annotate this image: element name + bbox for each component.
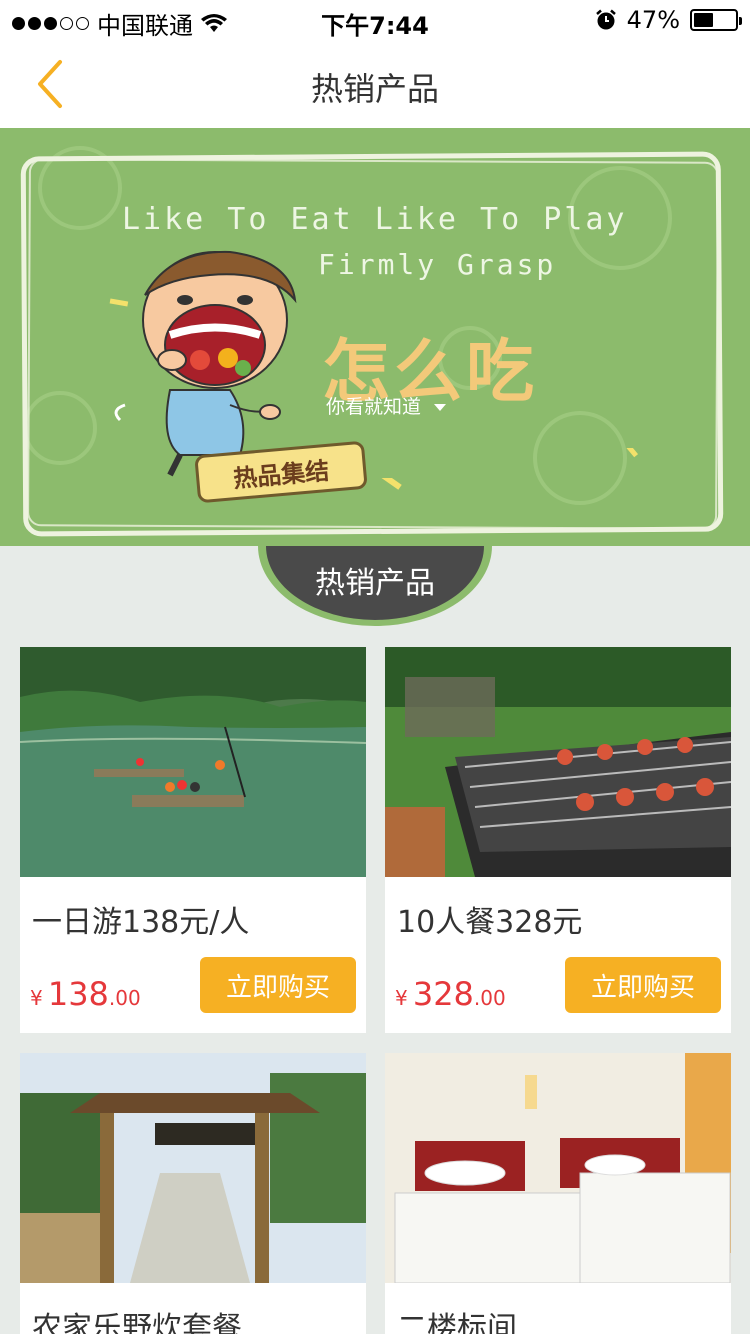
banner-subline[interactable]: 你看就知道	[326, 392, 447, 419]
product-card[interactable]: 一日游138元/人 ¥ 138.00 立即购买	[20, 647, 366, 1033]
product-name: 二楼标间	[397, 1311, 517, 1334]
battery-percent: 47%	[626, 6, 680, 34]
product-image-bbq	[385, 647, 731, 877]
buy-now-button[interactable]: 立即购买	[200, 957, 356, 1013]
section-badge: 热销产品	[258, 466, 492, 626]
product-card[interactable]: 10人餐328元 ¥ 328.00 立即购买	[385, 647, 731, 1033]
banner-slogan-2: Firmly Grasp	[318, 248, 557, 281]
section-title: 热销产品	[315, 566, 435, 601]
product-image-farm-gate	[20, 1053, 366, 1283]
product-image-room	[385, 1053, 731, 1283]
banner-subline-text: 你看就知道	[326, 396, 422, 418]
confetti-decoration	[625, 448, 639, 458]
product-card[interactable]: 农家乐野炊套餐	[20, 1053, 366, 1334]
product-name: 10人餐328元	[397, 905, 583, 940]
section-badge-shape	[258, 546, 492, 626]
product-name: 一日游138元/人	[32, 905, 250, 940]
alarm-icon	[595, 9, 616, 30]
caret-down-icon	[434, 403, 447, 411]
product-image-lake	[20, 647, 366, 877]
product-price: ¥ 328.00	[395, 975, 506, 1013]
product-name: 农家乐野炊套餐	[32, 1311, 242, 1334]
page-title: 热销产品	[310, 70, 439, 108]
banner-slogan-1: Like To Eat Like To Play	[122, 202, 628, 237]
nav-bar: 热销产品	[0, 40, 750, 128]
cartoon-character-illustration	[109, 250, 297, 477]
battery-icon	[690, 9, 742, 31]
buy-now-button[interactable]: 立即购买	[565, 957, 721, 1013]
product-price: ¥ 138.00	[30, 975, 141, 1013]
product-card[interactable]: 二楼标间	[385, 1053, 731, 1334]
status-bar: 中国联通 下午7:44 47%	[0, 0, 750, 40]
